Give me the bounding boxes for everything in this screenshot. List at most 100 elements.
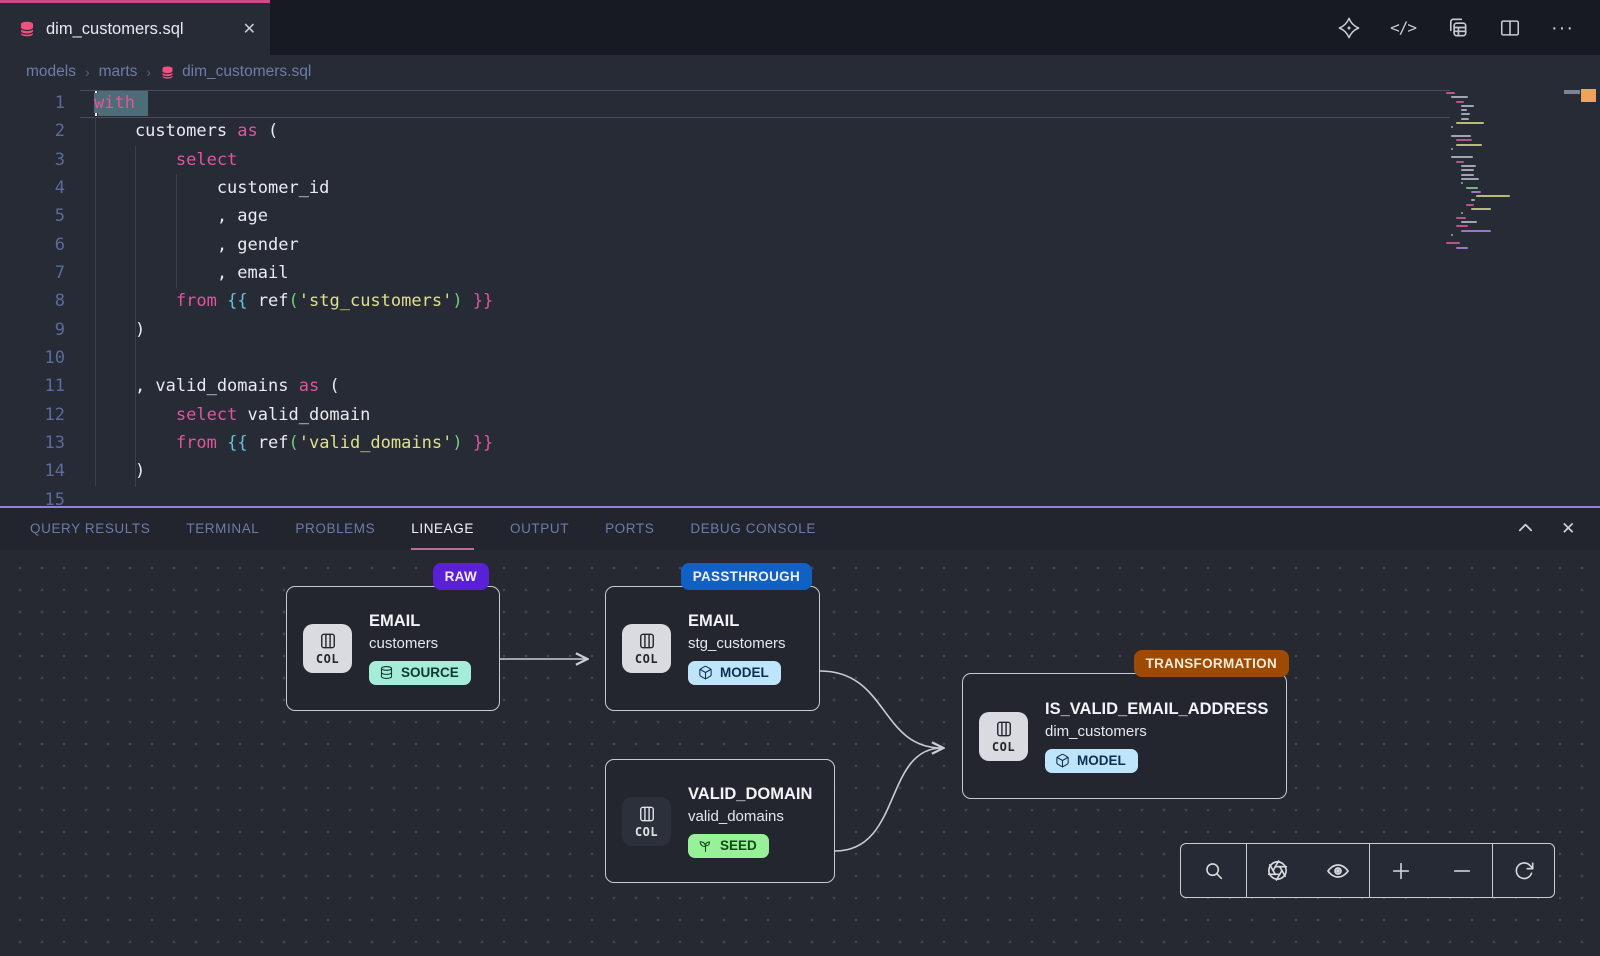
breadcrumb-separator: › [146, 64, 151, 80]
line-number: 6 [0, 231, 65, 259]
aperture-icon[interactable] [1266, 859, 1289, 882]
lineage-canvas[interactable]: RAW COL EMAIL customers SOURCE PASSTHROU… [0, 550, 1600, 956]
line-number: 5 [0, 202, 65, 230]
line-number: 7 [0, 259, 65, 287]
more-actions-icon[interactable]: ··· [1551, 23, 1574, 33]
column-chip: COL [622, 797, 671, 846]
code-line[interactable]: 2 customers as ( [0, 117, 1600, 145]
bottom-panel-tab-bar: QUERY RESULTS TERMINAL PROBLEMS LINEAGE … [0, 506, 1600, 550]
node-subtitle: stg_customers [688, 635, 786, 652]
code-line[interactable]: 15 [0, 486, 1600, 506]
columns-icon [318, 631, 338, 651]
tab-output[interactable]: OUTPUT [510, 508, 569, 550]
chevron-up-icon[interactable] [1516, 518, 1535, 540]
breadcrumb-item-marts[interactable]: marts [99, 63, 138, 81]
breadcrumb-item-file[interactable]: dim_customers.sql [160, 63, 311, 81]
code-line[interactable]: 9 ) [0, 316, 1600, 344]
columns-icon [637, 631, 657, 651]
column-chip: COL [622, 624, 671, 673]
code-editor[interactable]: 1with2 customers as (3 select4 customer_… [0, 89, 1600, 506]
node-subtitle: customers [369, 635, 438, 652]
dbt-icon[interactable] [1338, 17, 1360, 39]
materialization-pill-model: MODEL [688, 661, 781, 685]
code-line[interactable]: 3 select [0, 146, 1600, 174]
columns-icon [637, 804, 657, 824]
code-line[interactable]: 5 , age [0, 202, 1600, 230]
editor-tab-bar: dim_customers.sql ✕ </> ··· [0, 0, 1600, 55]
node-title: VALID_DOMAIN [688, 785, 812, 804]
line-number: 1 [0, 89, 65, 117]
database-icon [379, 665, 394, 680]
tab-query-results[interactable]: QUERY RESULTS [30, 508, 150, 550]
line-number: 8 [0, 287, 65, 315]
line-number: 11 [0, 372, 65, 400]
database-icon [18, 20, 36, 38]
code-line[interactable]: 11 , valid_domains as ( [0, 372, 1600, 400]
node-subtitle: dim_customers [1045, 723, 1147, 740]
eye-icon[interactable] [1326, 859, 1350, 883]
code-line[interactable]: 7 , email [0, 259, 1600, 287]
line-number: 2 [0, 117, 65, 145]
code-line[interactable]: 8 from {{ ref('stg_customers') }} [0, 287, 1600, 315]
editor-actions: </> ··· [1338, 0, 1600, 55]
node-type-badge: TRANSFORMATION [1134, 650, 1289, 677]
split-editor-icon[interactable] [1499, 17, 1521, 39]
tab-ports[interactable]: PORTS [605, 508, 654, 550]
code-icon[interactable]: </> [1390, 18, 1416, 37]
lineage-toolbar [1180, 843, 1555, 898]
copy-table-icon[interactable] [1446, 16, 1469, 39]
tab-terminal[interactable]: TERMINAL [186, 508, 259, 550]
minimap[interactable] [1446, 92, 1544, 288]
close-panel-icon[interactable]: ✕ [1561, 519, 1576, 539]
cube-icon [1055, 753, 1070, 768]
code-line[interactable]: 4 customer_id [0, 174, 1600, 202]
tab-problems[interactable]: PROBLEMS [295, 508, 375, 550]
lineage-node-valid-domains[interactable]: COL VALID_DOMAIN valid_domains SEED [605, 759, 835, 883]
code-line[interactable]: 6 , gender [0, 231, 1600, 259]
line-number: 9 [0, 316, 65, 344]
overview-ruler-cursor-mark [1564, 90, 1580, 94]
code-line[interactable]: 10 [0, 344, 1600, 372]
line-number: 12 [0, 401, 65, 429]
lineage-node-stg-customers[interactable]: PASSTHROUGH COL EMAIL stg_customers MODE… [605, 586, 820, 711]
line-number: 4 [0, 174, 65, 202]
overview-ruler-marker [1581, 89, 1596, 102]
lineage-node-customers[interactable]: RAW COL EMAIL customers SOURCE [286, 586, 500, 711]
code-line[interactable]: 1with [0, 89, 1600, 117]
zoom-in-icon[interactable] [1390, 860, 1412, 882]
line-number: 14 [0, 457, 65, 485]
seedling-icon [698, 838, 713, 853]
node-type-badge: PASSTHROUGH [681, 563, 812, 590]
node-type-badge: RAW [433, 563, 489, 590]
code-line[interactable]: 12 select valid_domain [0, 401, 1600, 429]
tab-title: dim_customers.sql [46, 20, 233, 39]
line-number: 10 [0, 344, 65, 372]
tab-dim-customers-sql[interactable]: dim_customers.sql ✕ [0, 0, 270, 55]
zoom-out-icon[interactable] [1451, 860, 1473, 882]
database-icon [160, 65, 175, 80]
materialization-pill-model: MODEL [1045, 749, 1138, 773]
node-title: IS_VALID_EMAIL_ADDRESS [1045, 700, 1268, 719]
tab-lineage[interactable]: LINEAGE [411, 508, 474, 550]
node-title: EMAIL [369, 612, 420, 631]
breadcrumb: models › marts › dim_customers.sql [0, 55, 1600, 89]
code-lines[interactable]: 1with2 customers as (3 select4 customer_… [0, 89, 1600, 506]
tab-close-icon[interactable]: ✕ [243, 19, 256, 39]
lineage-node-dim-customers[interactable]: TRANSFORMATION COL IS_VALID_EMAIL_ADDRES… [962, 673, 1287, 799]
code-line[interactable]: 14 ) [0, 457, 1600, 485]
columns-icon [994, 719, 1014, 739]
line-number: 13 [0, 429, 65, 457]
line-number: 15 [0, 486, 65, 506]
materialization-pill-source: SOURCE [369, 661, 471, 685]
breadcrumb-item-models[interactable]: models [26, 63, 76, 81]
code-line[interactable]: 13 from {{ ref('valid_domains') }} [0, 429, 1600, 457]
column-chip: COL [303, 624, 352, 673]
refresh-icon[interactable] [1513, 860, 1535, 882]
materialization-pill-seed: SEED [688, 834, 769, 858]
breadcrumb-separator: › [85, 64, 90, 80]
line-number: 3 [0, 146, 65, 174]
column-chip: COL [979, 712, 1028, 761]
tab-debug-console[interactable]: DEBUG CONSOLE [690, 508, 816, 550]
node-title: EMAIL [688, 612, 739, 631]
search-icon[interactable] [1203, 860, 1225, 882]
